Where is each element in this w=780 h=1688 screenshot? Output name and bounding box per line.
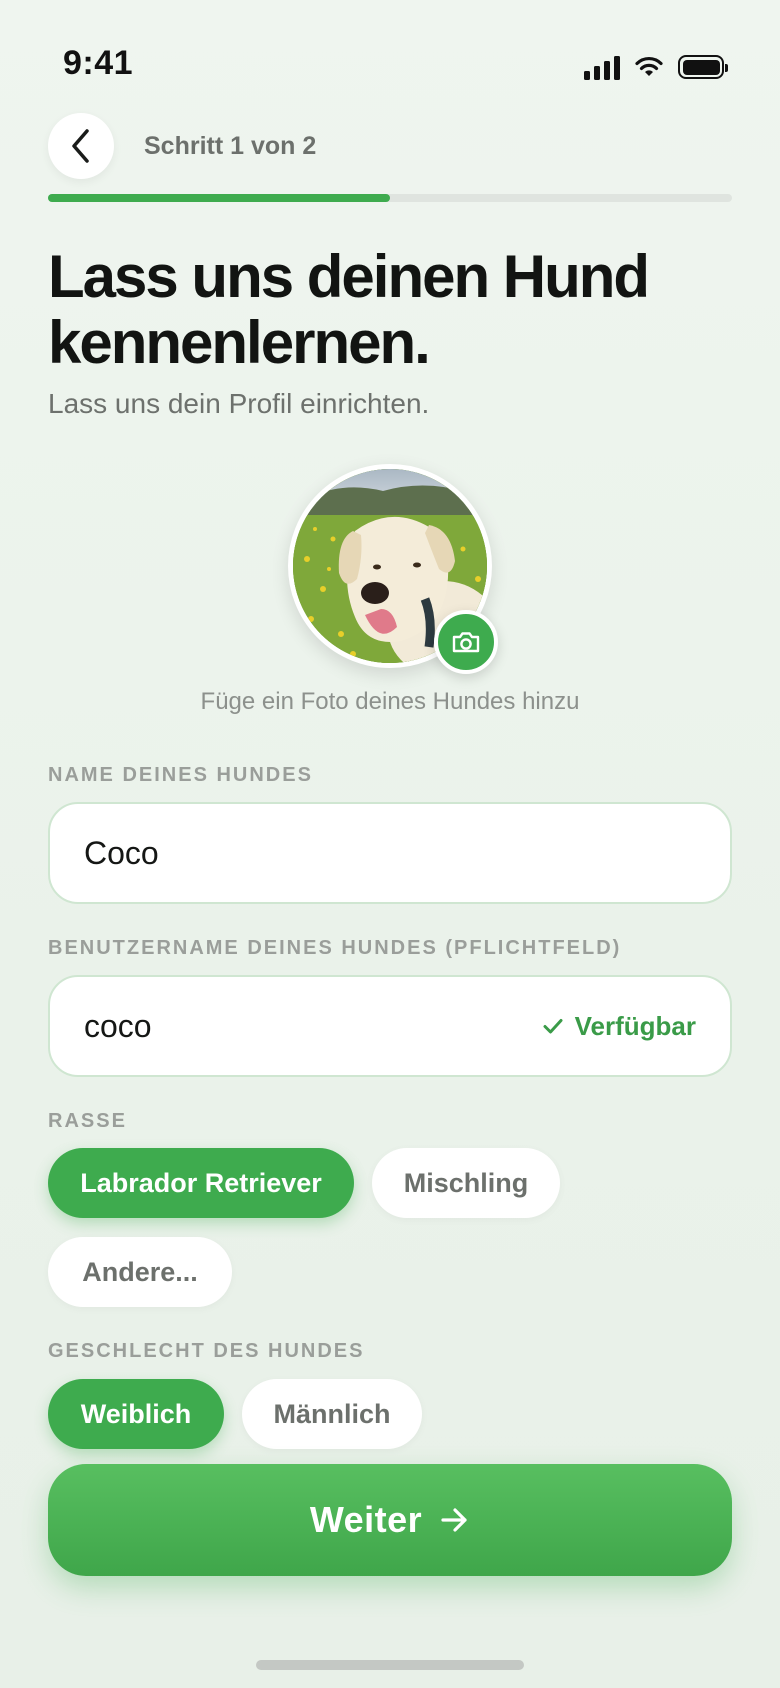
gender-chip-weiblich[interactable]: Weiblich [48, 1379, 224, 1449]
arrow-right-icon [441, 1508, 467, 1532]
status-icons [584, 54, 728, 80]
camera-button[interactable] [434, 610, 498, 674]
gender-label: GESCHLECHT DES HUNDES [48, 1340, 365, 1362]
checkmark-icon [543, 1019, 563, 1034]
wifi-icon [635, 56, 663, 76]
progress-bar [48, 194, 732, 202]
breed-chip-mischling[interactable]: Mischling [372, 1148, 560, 1218]
step-indicator: Schritt 1 von 2 [144, 132, 317, 160]
cellular-signal-icon [584, 54, 620, 80]
dog-name-label: NAME DEINES HUNDES [48, 764, 313, 786]
username-availability: Verfügbar [543, 1011, 696, 1042]
breed-chip-andere[interactable]: Andere... [48, 1237, 232, 1307]
dog-photo-picker[interactable] [288, 464, 498, 674]
username-field[interactable]: coco Verfügbar [48, 975, 732, 1077]
back-button[interactable] [48, 113, 114, 179]
username-value: coco [84, 1007, 152, 1044]
continue-button[interactable]: Weiter [48, 1464, 732, 1576]
dog-name-value: Coco [84, 834, 159, 871]
camera-icon [452, 632, 480, 653]
breed-chip-labrador[interactable]: Labrador Retriever [48, 1148, 354, 1218]
breed-label: RASSE [48, 1110, 127, 1132]
username-label: BENUTZERNAME DEINES HUNDES (PFLICHTFELD) [48, 937, 622, 959]
dog-name-field[interactable]: Coco [48, 802, 732, 904]
availability-status: Verfügbar [574, 1010, 696, 1041]
page-subtitle: Lass uns dein Profil einrichten. [48, 388, 430, 419]
battery-icon [678, 55, 728, 79]
home-indicator [256, 1660, 524, 1670]
gender-chip-maennlich[interactable]: Männlich [242, 1379, 422, 1449]
chevron-left-icon [72, 129, 89, 163]
status-time: 9:41 [63, 44, 134, 82]
progress-fill [48, 194, 390, 202]
continue-button-label: Weiter [309, 1499, 423, 1540]
page-title: Lass uns deinen Hund kennenlernen. [48, 243, 650, 376]
photo-caption: Füge ein Foto deines Hundes hinzu [200, 688, 580, 715]
status-bar: 9:41 [0, 0, 780, 110]
